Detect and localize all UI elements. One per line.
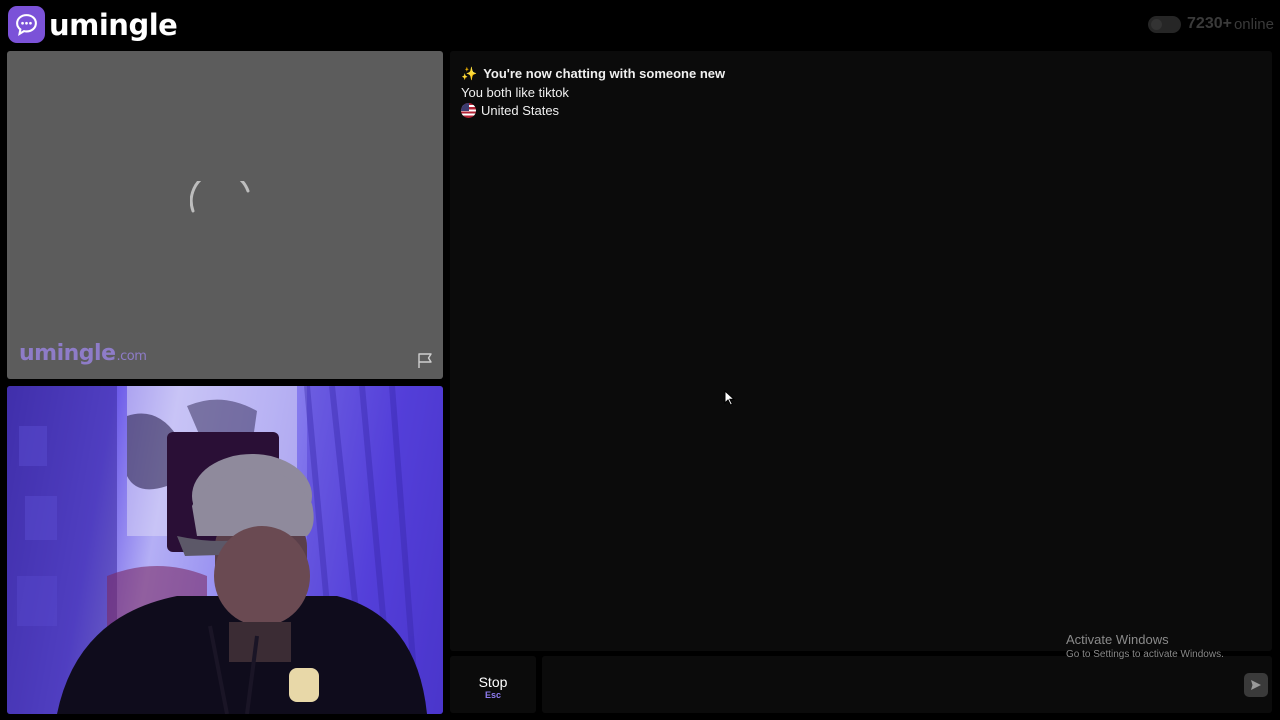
stop-button[interactable]: Stop Esc [450, 656, 536, 713]
watermark-domain: .com [116, 349, 147, 364]
mouse-cursor-icon [724, 389, 736, 411]
location-message: United States [461, 103, 559, 118]
brand-logo[interactable]: umingle [8, 6, 178, 43]
activate-windows-watermark: Activate Windows Go to Settings to activ… [1066, 632, 1224, 660]
us-flag-icon [461, 103, 476, 118]
location-text: United States [481, 103, 560, 118]
watermark-brand: umingle [19, 341, 116, 366]
self-camera-image [7, 386, 443, 714]
report-flag-icon[interactable] [417, 352, 434, 374]
activate-title: Activate Windows [1066, 632, 1169, 647]
stop-shortcut: Esc [484, 690, 501, 700]
message-input[interactable] [542, 656, 1272, 713]
online-count: 7230+ [1187, 15, 1232, 32]
online-toggle[interactable] [1148, 15, 1182, 33]
sparkle-icon: ✨ [461, 66, 478, 81]
online-indicator: 7230+ online [1148, 15, 1274, 33]
brand-name: umingle [49, 7, 178, 42]
online-label: online [1233, 15, 1274, 33]
chat-bubble-icon [8, 6, 45, 43]
system-message-text: You're now chatting with someone new [483, 66, 726, 81]
top-bar: umingle 7230+ online [0, 0, 1280, 48]
video-watermark: umingle.com [19, 341, 147, 366]
self-video [7, 386, 443, 714]
stranger-video: umingle.com [7, 51, 443, 379]
activate-subtitle: Go to Settings to activate Windows. [1066, 649, 1224, 660]
chat-log: ✨ You're now chatting with someone new Yo… [450, 51, 1272, 651]
loading-spinner-icon [189, 170, 252, 226]
stop-label: Stop [478, 674, 508, 690]
send-icon[interactable] [1244, 673, 1268, 697]
system-message: ✨ You're now chatting with someone new [461, 66, 725, 82]
interest-message: You both like tiktok [461, 85, 569, 100]
